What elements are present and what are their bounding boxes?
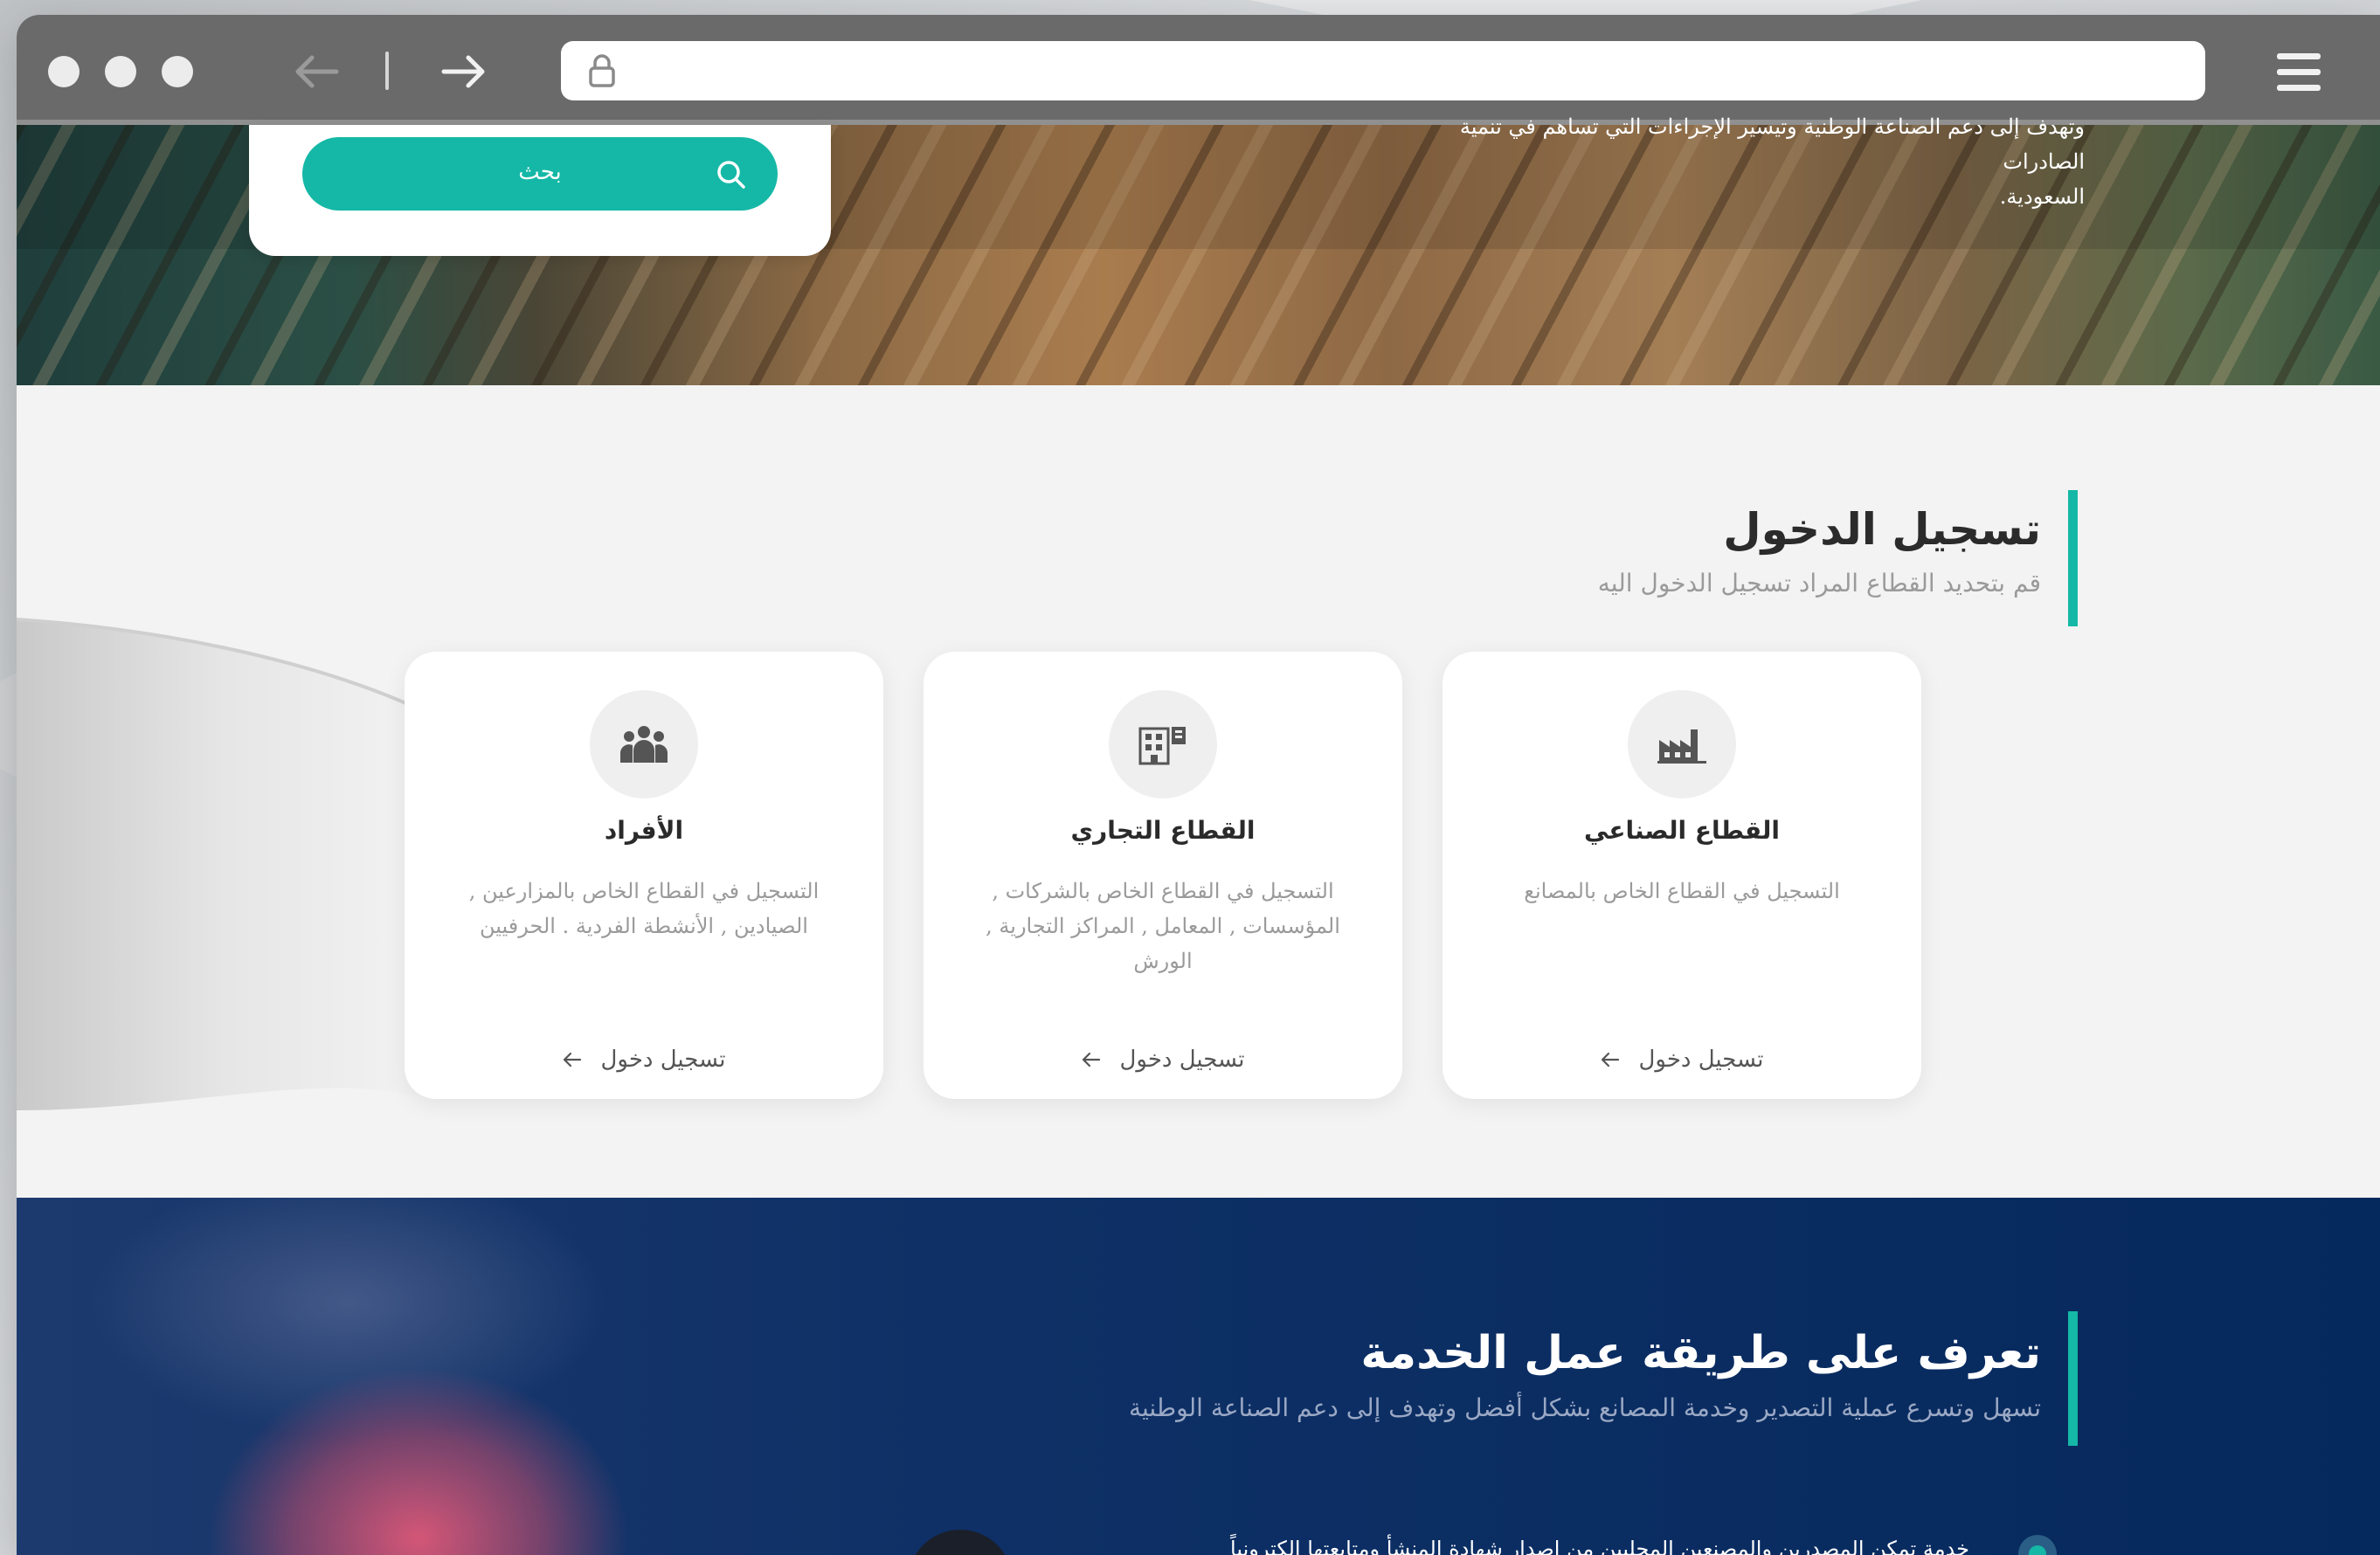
back-button[interactable] bbox=[281, 38, 349, 106]
login-link-label: تسجيل دخول bbox=[1638, 1047, 1764, 1073]
search-card: بحث bbox=[249, 125, 831, 256]
service-title-accent bbox=[2068, 1311, 2078, 1446]
card-description: التسجيل في القطاع الخاص بالمزارعين , الص… bbox=[468, 879, 820, 938]
card-icon-circle bbox=[1109, 690, 1217, 798]
card-title: القطاع التجاري bbox=[1070, 816, 1256, 845]
hero-intro-text: وتهدف إلى دعم الصناعة الوطنية وتيسير الإ… bbox=[1386, 114, 2085, 214]
login-link-label: تسجيل دخول bbox=[600, 1047, 726, 1073]
arrow-left-icon bbox=[1601, 1052, 1619, 1068]
login-section: تسجيل الدخول قم بتحديد القطاع المراد تسج… bbox=[17, 385, 2380, 1198]
service-title: تعرف على طريقة عمل الخدمة bbox=[1360, 1327, 2041, 1379]
forward-button[interactable] bbox=[431, 38, 499, 106]
login-link[interactable]: تسجيل دخول bbox=[405, 1047, 883, 1073]
search-button[interactable]: بحث bbox=[302, 137, 778, 211]
card-icon-circle bbox=[590, 690, 698, 798]
decorative-swirl bbox=[17, 618, 437, 1110]
page-content: وتهدف إلى دعم الصناعة الوطنية وتيسير الإ… bbox=[17, 114, 2380, 1555]
arrow-left-icon bbox=[1082, 1052, 1100, 1068]
lock-icon bbox=[589, 54, 615, 87]
search-icon bbox=[717, 161, 745, 189]
window-minimize-dot[interactable] bbox=[105, 56, 136, 87]
person-silhouette bbox=[908, 1530, 1013, 1555]
factory-icon bbox=[1657, 729, 1706, 764]
hero-intro-line: السعودية. bbox=[1999, 184, 2085, 209]
window-close-dot[interactable] bbox=[48, 56, 80, 87]
service-section: تعرف على طريقة عمل الخدمة تسهل وتسرع عمل… bbox=[17, 1198, 2380, 1555]
card-description: التسجيل في القطاع الخاص بالشركات , المؤس… bbox=[986, 879, 1340, 973]
login-title: تسجيل الدخول bbox=[1723, 504, 2041, 555]
window-maximize-dot[interactable] bbox=[162, 56, 193, 87]
individuals-card: الأفراد التسجيل في القطاع الخاص بالمزارع… bbox=[405, 652, 883, 1099]
address-bar[interactable] bbox=[561, 41, 2205, 100]
card-title: الأفراد bbox=[604, 816, 684, 845]
nav-separator bbox=[385, 52, 389, 90]
hero-intro-line: وتهدف إلى دعم الصناعة الوطنية وتيسير الإ… bbox=[1459, 114, 2085, 174]
search-button-label: بحث bbox=[518, 158, 562, 184]
commercial-sector-card: القطاع التجاري التسجيل في القطاع الخاص ب… bbox=[924, 652, 1402, 1099]
arrow-left-icon bbox=[295, 55, 339, 88]
login-link-label: تسجيل دخول bbox=[1119, 1047, 1245, 1073]
browser-window: وتهدف إلى دعم الصناعة الوطنية وتيسير الإ… bbox=[17, 15, 2380, 1555]
arrow-right-icon bbox=[441, 55, 485, 88]
service-step-text: خدمة تمكن المصدرين والمصنعين المحليين من… bbox=[1230, 1537, 1969, 1555]
office-building-icon bbox=[1138, 727, 1186, 765]
industrial-sector-card: القطاع الصناعي التسجيل في القطاع الخاص ب… bbox=[1443, 652, 1921, 1099]
login-link[interactable]: تسجيل دخول bbox=[924, 1047, 1402, 1073]
hamburger-menu-icon[interactable] bbox=[2265, 48, 2335, 100]
login-subtitle: قم بتحديد القطاع المراد تسجيل الدخول الي… bbox=[1597, 569, 2041, 598]
arrow-left-icon bbox=[563, 1052, 581, 1068]
login-link[interactable]: تسجيل دخول bbox=[1443, 1047, 1921, 1073]
service-subtitle: تسهل وتسرع عملية التصدير وخدمة المصانع ب… bbox=[1128, 1393, 2041, 1422]
login-title-accent bbox=[2068, 490, 2078, 626]
card-title: القطاع الصناعي bbox=[1583, 816, 1781, 845]
step-indicator bbox=[2018, 1535, 2057, 1555]
hero-banner: وتهدف إلى دعم الصناعة الوطنية وتيسير الإ… bbox=[17, 114, 2380, 385]
people-group-icon bbox=[620, 726, 668, 763]
card-icon-circle bbox=[1628, 690, 1736, 798]
card-description: التسجيل في القطاع الخاص بالمصانع bbox=[1524, 879, 1840, 903]
